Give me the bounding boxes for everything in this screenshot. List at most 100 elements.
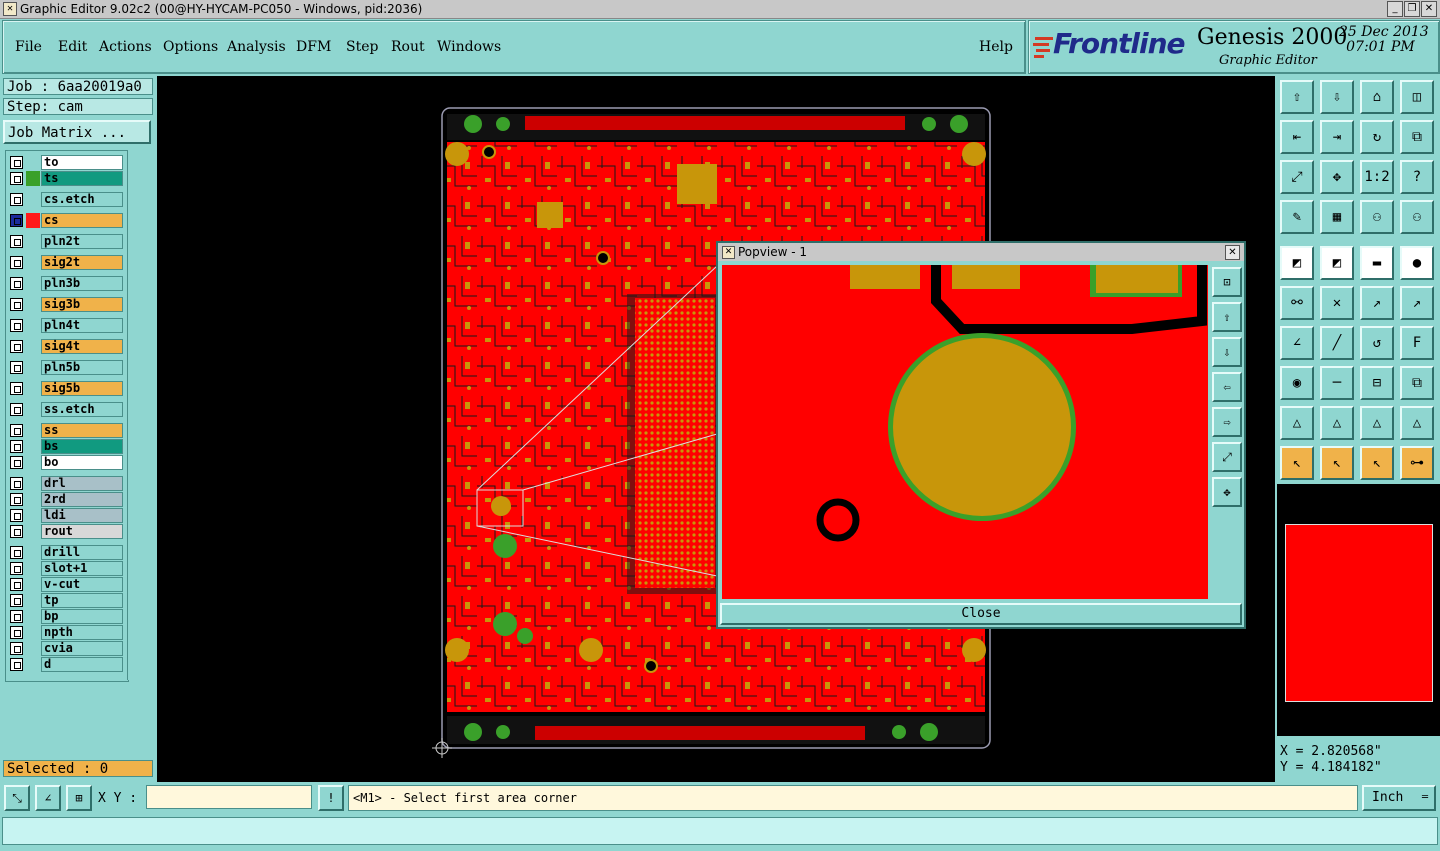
components-icon[interactable]: ⚇ [1360,200,1394,234]
menu-analysis[interactable]: Analysis [227,39,286,55]
layer-checkbox[interactable] [10,562,23,575]
menu-actions[interactable]: Actions [99,39,152,55]
layer-checkbox[interactable] [10,382,23,395]
layer-row[interactable]: cs [8,213,126,228]
job-matrix-button[interactable]: Job Matrix ... [3,120,151,144]
popview-close-icon[interactable]: ✕ [1225,245,1240,260]
layer-name[interactable]: sig4t [41,339,123,354]
menu-windows[interactable]: Windows [437,39,501,55]
polyline-icon[interactable]: ◩ [1320,246,1354,280]
layer-checkbox[interactable] [10,658,23,671]
layer-name[interactable]: ts [41,171,123,186]
popview-right-icon[interactable]: ⇨ [1212,407,1242,437]
layer-row[interactable]: drill [8,545,126,560]
layer-row[interactable]: cvia [8,641,126,656]
layer-checkbox[interactable] [10,610,23,623]
layer-name[interactable]: pln2t [41,234,123,249]
menu-file[interactable]: File [15,39,42,55]
home-icon[interactable]: ⌂ [1360,80,1394,114]
exclaim-button[interactable]: ! [318,785,344,811]
snap-point-icon[interactable]: ◉ [1280,366,1314,400]
menu-step[interactable]: Step [346,39,378,55]
layer-row[interactable]: pln5b [8,360,126,375]
layer-checkbox[interactable] [10,456,23,469]
layer-row[interactable]: v-cut [8,577,126,592]
save-icon[interactable]: ⇩ [1320,80,1354,114]
layer-checkbox[interactable] [10,642,23,655]
scale-1-2-icon[interactable]: 1:2 [1360,160,1394,194]
menu-dfm[interactable]: DFM [296,39,331,55]
center-icon[interactable]: ✥ [1320,160,1354,194]
layer-name[interactable]: sig3b [41,297,123,312]
line-icon[interactable]: ╱ [1320,326,1354,360]
maximize-button[interactable]: ❐ [1404,1,1420,17]
layer-checkbox[interactable] [10,214,23,227]
layer-name[interactable]: bp [41,609,123,624]
menu-edit[interactable]: Edit [58,39,87,55]
menu-options[interactable]: Options [163,39,218,55]
layer-name[interactable]: cs.etch [41,192,123,207]
layer-row[interactable]: sig2t [8,255,126,270]
layer-checkbox[interactable] [10,403,23,416]
layer-row[interactable]: ts [8,171,126,186]
layer-checkbox[interactable] [10,361,23,374]
popview-fit-icon[interactable]: ⤢ [1212,442,1242,472]
layer-name[interactable]: pln4t [41,318,123,333]
layer-checkbox[interactable] [10,277,23,290]
layer-list-scrollbar[interactable] [127,150,154,680]
layer-row[interactable]: tp [8,593,126,608]
text-icon[interactable]: F [1400,326,1434,360]
minimize-button[interactable]: _ [1387,1,1403,17]
ruler-icon[interactable]: ▬ [1360,246,1394,280]
popview-left-icon[interactable]: ⇦ [1212,372,1242,402]
cross-icon[interactable]: ✕ [1320,286,1354,320]
select-icon[interactable]: ◩ [1280,246,1314,280]
triangle-a-icon[interactable]: △ [1320,406,1354,440]
grid-icon[interactable]: ▦ [1320,200,1354,234]
popview-up-icon[interactable]: ⇧ [1212,302,1242,332]
layer-checkbox[interactable] [10,156,23,169]
units-dropdown[interactable]: Inch ═ [1362,785,1436,811]
popview-zoom-in-icon[interactable]: ⊡ [1212,267,1242,297]
popview-title-bar[interactable]: ✕ Popview - 1 ✕ [718,243,1244,261]
layer-row[interactable]: ss [8,423,126,438]
xy-input[interactable] [146,785,312,809]
layer-name[interactable]: cvia [41,641,123,656]
layer-checkbox[interactable] [10,578,23,591]
pad-icon[interactable]: ● [1400,246,1434,280]
layer-checkbox[interactable] [10,525,23,538]
layer-name[interactable]: npth [41,625,123,640]
layer-row[interactable]: to [8,155,126,170]
overview-map[interactable] [1277,484,1440,736]
layer-row[interactable]: slot+1 [8,561,126,576]
arc-point-icon[interactable]: ↗ [1400,286,1434,320]
layer-row[interactable]: sig4t [8,339,126,354]
layer-row[interactable]: 2rd [8,492,126,507]
popview-down-icon[interactable]: ⇩ [1212,337,1242,367]
layer-row[interactable]: rout [8,524,126,539]
layer-name[interactable]: d [41,657,123,672]
layer-name[interactable]: drl [41,476,123,491]
move-point-icon[interactable]: ↗ [1360,286,1394,320]
layer-checkbox[interactable] [10,424,23,437]
fit-icon[interactable]: ⤢ [1280,160,1314,194]
layer-name[interactable]: sig5b [41,381,123,396]
layer-name[interactable]: pln3b [41,276,123,291]
angle-icon[interactable]: ∠ [1280,326,1314,360]
layer-checkbox[interactable] [10,193,23,206]
pointer-box-icon[interactable]: ↖ [1320,446,1354,480]
popview-center-icon[interactable]: ✥ [1212,477,1242,507]
layer-checkbox[interactable] [10,319,23,332]
layer-row[interactable]: bp [8,609,126,624]
layer-name[interactable]: to [41,155,123,170]
layer-name[interactable]: bo [41,455,123,470]
split-view-icon[interactable]: ◫ [1400,80,1434,114]
layer-row[interactable]: pln4t [8,318,126,333]
layer-checkbox[interactable] [10,298,23,311]
pointer-active-icon[interactable]: ↖ [1360,446,1394,480]
layer-checkbox[interactable] [10,594,23,607]
route-icon[interactable]: ⊶ [1400,446,1434,480]
layer-name[interactable]: ss [41,423,123,438]
layer-row[interactable]: ldi [8,508,126,523]
layer-name[interactable]: slot+1 [41,561,123,576]
